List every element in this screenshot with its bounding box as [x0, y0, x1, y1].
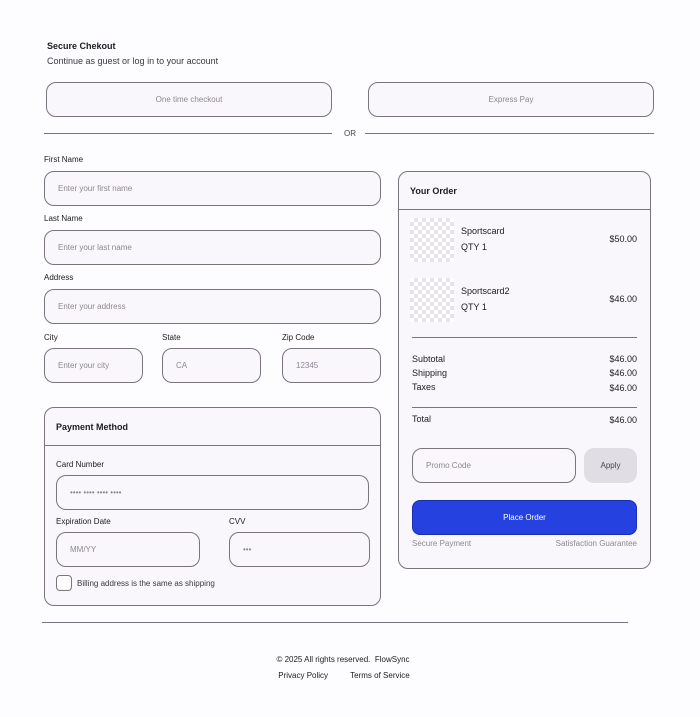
- place-order-label: Place Order: [503, 513, 546, 522]
- state-input[interactable]: CA: [162, 348, 261, 383]
- cvv-label: CVV: [229, 517, 246, 526]
- first-name-input[interactable]: Enter your first name: [44, 171, 381, 206]
- totals-divider: [412, 407, 637, 408]
- expiration-date-label: Expiration Date: [56, 517, 111, 526]
- footer-divider: [42, 622, 628, 623]
- total-value: $46.00: [609, 415, 637, 425]
- last-name-label: Last Name: [44, 214, 83, 223]
- express-pay-label: Express Pay: [488, 95, 534, 104]
- shipping-value: $46.00: [609, 368, 637, 378]
- state-placeholder: CA: [176, 361, 188, 370]
- secure-payment-text: Secure Payment: [412, 539, 472, 548]
- address-label: Address: [44, 273, 74, 282]
- apply-button[interactable]: Apply: [584, 448, 637, 483]
- promo-code-input[interactable]: Promo Code: [412, 448, 576, 483]
- payment-method-card: Payment Method Card Number •••• •••• •••…: [44, 407, 381, 606]
- state-label: State: [162, 333, 181, 342]
- product-image-placeholder: [410, 218, 454, 262]
- page-subtitle: Continue as guest or log in to your acco…: [47, 56, 219, 66]
- item-price: $50.00: [609, 234, 637, 244]
- city-label: City: [44, 333, 58, 342]
- taxes-value: $46.00: [609, 383, 637, 393]
- last-name-placeholder: Enter your last name: [58, 243, 132, 252]
- copyright-text: © 2025 All rights reserved.: [276, 655, 371, 664]
- item-qty: QTY 1: [461, 242, 487, 252]
- or-divider-label: OR: [344, 129, 356, 138]
- apply-label: Apply: [600, 461, 621, 470]
- footer-links: Privacy Policy Terms of Service: [0, 671, 688, 680]
- cvv-placeholder: •••: [243, 545, 252, 554]
- card-number-input[interactable]: •••• •••• •••• ••••: [56, 475, 369, 510]
- city-placeholder: Enter your city: [58, 361, 110, 370]
- shipping-label: Shipping: [412, 368, 448, 378]
- order-header-divider: [399, 209, 650, 210]
- subtotal-label: Subtotal: [412, 354, 446, 364]
- order-summary-card: Your Order Sportscard QTY 1 $50.00 Sport…: [398, 171, 651, 569]
- payment-header-divider: [45, 445, 380, 446]
- cvv-input[interactable]: •••: [229, 532, 370, 567]
- total-label: Total: [412, 414, 432, 424]
- expiration-date-input[interactable]: MM/YY: [56, 532, 200, 567]
- expiration-date-placeholder: MM/YY: [70, 545, 97, 554]
- address-input[interactable]: Enter your address: [44, 289, 381, 324]
- last-name-input[interactable]: Enter your last name: [44, 230, 381, 265]
- one-time-checkout-label: One time checkout: [155, 95, 223, 104]
- order-item: Sportscard2 QTY 1 $46.00: [410, 278, 637, 323]
- item-qty: QTY 1: [461, 302, 487, 312]
- subtotal-value: $46.00: [609, 354, 637, 364]
- brand-name: FlowSync: [374, 655, 410, 664]
- first-name-placeholder: Enter your first name: [58, 184, 133, 193]
- satisfaction-guarantee-text: Satisfaction Guarantee: [555, 539, 637, 548]
- page-title: Secure Chekout: [47, 41, 116, 51]
- order-item: Sportscard QTY 1 $50.00: [410, 218, 637, 263]
- items-divider: [412, 337, 637, 338]
- zip-code-placeholder: 12345: [296, 361, 319, 370]
- payment-method-title: Payment Method: [56, 422, 129, 432]
- address-placeholder: Enter your address: [58, 302, 126, 311]
- express-pay-button[interactable]: Express Pay: [368, 82, 654, 117]
- city-input[interactable]: Enter your city: [44, 348, 143, 383]
- one-time-checkout-button[interactable]: One time checkout: [46, 82, 332, 117]
- divider-left: [44, 133, 332, 134]
- privacy-policy-link[interactable]: Privacy Policy: [278, 671, 328, 680]
- item-name: Sportscard: [461, 226, 505, 236]
- card-number-placeholder: •••• •••• •••• ••••: [70, 488, 122, 497]
- zip-code-input[interactable]: 12345: [282, 348, 381, 383]
- item-price: $46.00: [609, 294, 637, 304]
- footer-copyright-line: © 2025 All rights reserved. FlowSync: [0, 655, 686, 664]
- divider-right: [365, 133, 654, 134]
- place-order-button[interactable]: Place Order: [412, 500, 637, 535]
- billing-same-label: Billing address is the same as shipping: [77, 579, 215, 588]
- terms-of-service-link[interactable]: Terms of Service: [350, 671, 410, 680]
- order-title: Your Order: [410, 186, 457, 196]
- item-name: Sportscard2: [461, 286, 510, 296]
- billing-same-checkbox[interactable]: [56, 575, 72, 591]
- card-number-label: Card Number: [56, 460, 105, 469]
- first-name-label: First Name: [44, 155, 84, 164]
- zip-code-label: Zip Code: [282, 333, 315, 342]
- promo-code-placeholder: Promo Code: [426, 461, 471, 470]
- taxes-label: Taxes: [412, 382, 436, 392]
- product-image-placeholder: [410, 278, 454, 322]
